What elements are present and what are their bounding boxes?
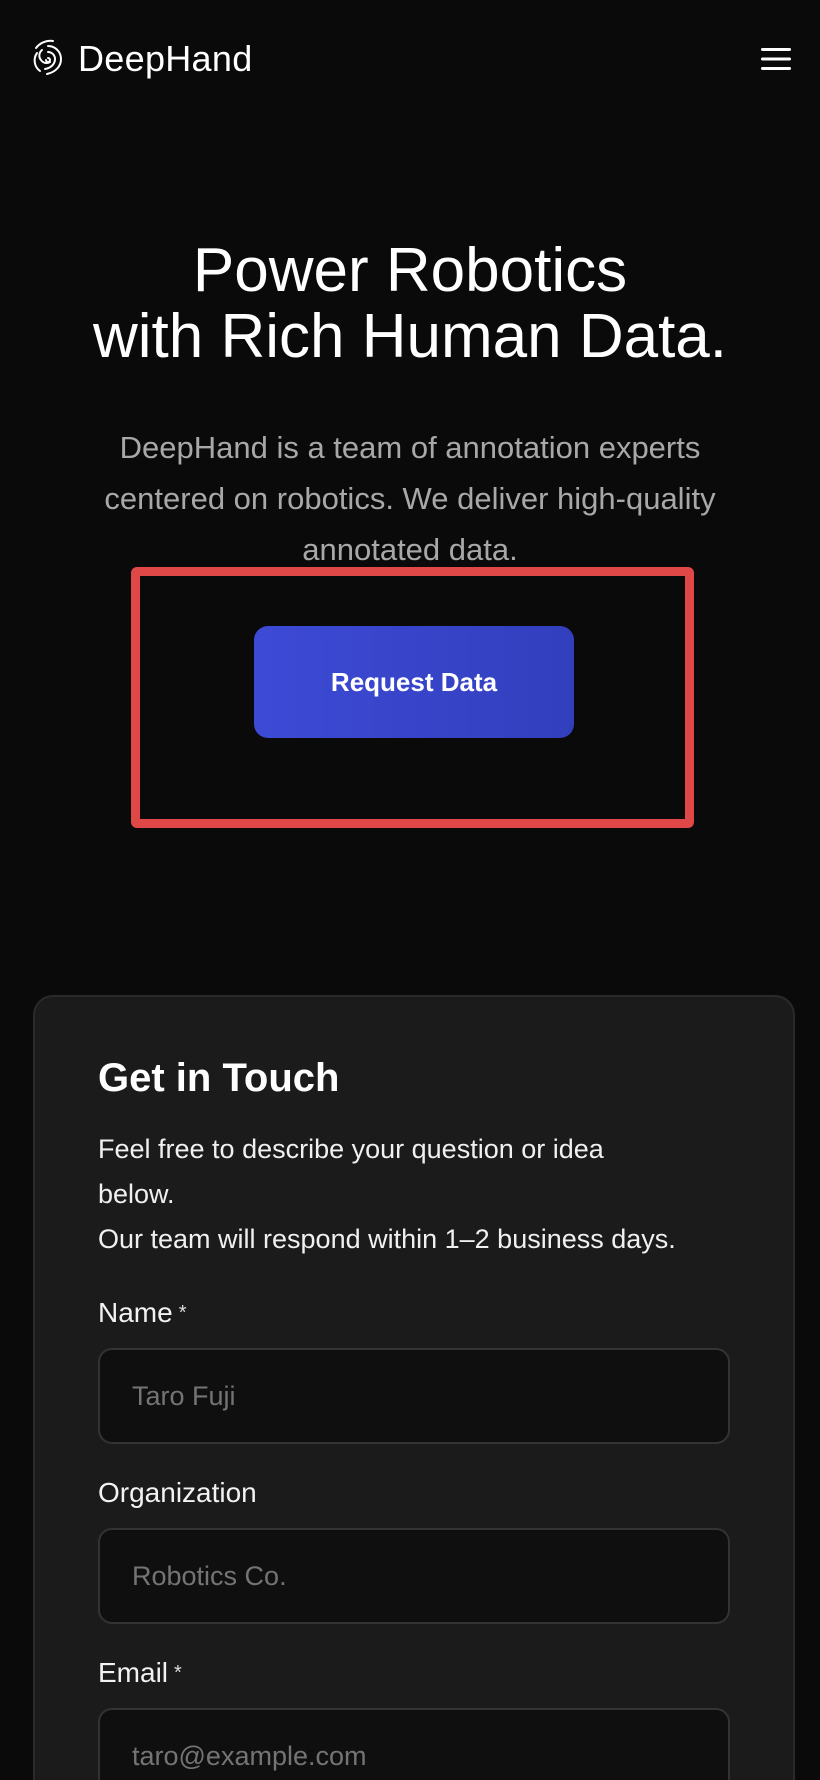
hero-subtitle-line-3: annotated data. <box>302 532 518 567</box>
contact-description: Feel free to describe your question or i… <box>98 1127 738 1262</box>
name-label: Name * <box>98 1296 187 1330</box>
hamburger-menu-icon <box>758 44 794 74</box>
site-header: DeepHand <box>0 0 820 118</box>
contact-description-line-2: below. <box>98 1179 175 1209</box>
name-input[interactable] <box>98 1348 730 1444</box>
contact-description-line-1: Feel free to describe your question or i… <box>98 1134 604 1164</box>
request-data-button[interactable]: Request Data <box>254 626 574 738</box>
menu-button[interactable] <box>758 44 794 74</box>
hero-title-line-2: with Rich Human Data. <box>92 302 728 371</box>
fingerprint-icon <box>32 38 64 80</box>
hero-title: Power Robotics with Rich Human Data. <box>40 238 780 370</box>
hero-subtitle-line-1: DeepHand is a team of annotation experts <box>119 430 701 465</box>
brand-name: DeepHand <box>78 38 253 79</box>
name-label-text: Name <box>98 1297 173 1328</box>
email-label: Email * <box>98 1656 182 1690</box>
hero-title-line-1: Power Robotics <box>192 236 628 305</box>
organization-label-text: Organization <box>98 1477 257 1508</box>
contact-title: Get in Touch <box>98 1056 340 1100</box>
hero-subtitle: DeepHand is a team of annotation experts… <box>70 422 750 575</box>
organization-label: Organization <box>98 1476 257 1510</box>
email-label-text: Email <box>98 1657 169 1688</box>
email-input[interactable] <box>98 1708 730 1780</box>
organization-input[interactable] <box>98 1528 730 1624</box>
contact-description-line-3: Our team will respond within 1–2 busines… <box>98 1224 676 1254</box>
email-required-mark: * <box>174 1662 182 1684</box>
brand-logo[interactable]: DeepHand <box>32 36 253 82</box>
name-required-mark: * <box>178 1302 187 1324</box>
hero-subtitle-line-2: centered on robotics. We deliver high-qu… <box>104 481 716 516</box>
